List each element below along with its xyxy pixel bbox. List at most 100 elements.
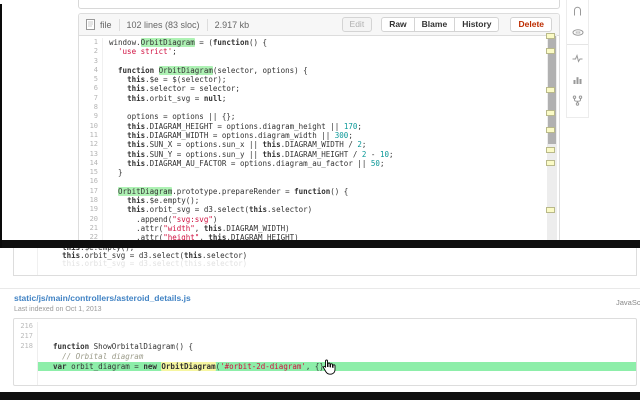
- line-number[interactable]: 9: [79, 112, 103, 122]
- file-label: file: [100, 19, 112, 30]
- code-line: 4 function OrbitDiagram(selector, option…: [79, 65, 559, 76]
- line-number[interactable]: 21: [79, 223, 103, 234]
- book-icon[interactable]: [567, 1, 588, 21]
- file-code-listing[interactable]: 1 window.OrbitDiagram = (function() {2 'u…: [79, 36, 559, 240]
- code-line: 218 function ShowOrbitalDiagram() {: [14, 341, 636, 352]
- line-number[interactable]: [14, 361, 38, 372]
- blame-button[interactable]: Blame: [413, 17, 456, 32]
- line-number[interactable]: 14: [79, 158, 103, 169]
- match-marker[interactable]: [546, 160, 555, 166]
- line-number[interactable]: 216: [14, 322, 38, 332]
- graphs-icon[interactable]: [567, 69, 588, 89]
- divider: [118, 18, 120, 31]
- line-number[interactable]: 4: [79, 65, 103, 76]
- code-line: 9 options = options || {};: [79, 112, 559, 122]
- truncated-top-box: [78, 0, 560, 9]
- code-line: 10 this.DIAGRAM_HEIGHT = options.diagram…: [79, 121, 559, 131]
- match-marker[interactable]: [546, 110, 555, 116]
- result-file-link[interactable]: static/js/main/controllers/asteroid_deta…: [14, 293, 191, 303]
- code-line: 12 this.SUN_X = options.sun_x || this.DI…: [79, 140, 559, 150]
- line-number[interactable]: 3: [79, 56, 103, 66]
- line-number[interactable]: 5: [79, 75, 103, 85]
- match-marker[interactable]: [546, 127, 555, 133]
- screenshot-frame-middle: [0, 240, 640, 248]
- match-marker[interactable]: [546, 87, 555, 93]
- match-marker[interactable]: [546, 207, 555, 213]
- line-number[interactable]: 10: [79, 121, 103, 131]
- file-stats: 102 lines (83 sloc): [126, 19, 200, 30]
- line-number[interactable]: 20: [79, 214, 103, 224]
- edit-button: Edit: [341, 17, 373, 32]
- code-line: 217: [14, 331, 636, 342]
- code-line: [14, 381, 636, 385]
- divider: [206, 18, 208, 31]
- line-number[interactable]: 2: [79, 47, 103, 57]
- code-line: 7 this.orbit_svg = null;: [79, 93, 559, 104]
- network-icon[interactable]: [567, 90, 588, 110]
- result-indexed-date: Last indexed on Oct 1, 2013: [14, 306, 102, 313]
- line-number[interactable]: 217: [14, 331, 38, 342]
- code-line: 16: [79, 177, 559, 187]
- code-line: 20 .append("svg:svg"): [79, 214, 559, 224]
- raw-button[interactable]: Raw: [381, 17, 415, 32]
- screenshot-frame-left: [0, 4, 2, 248]
- match-marker[interactable]: [546, 33, 555, 39]
- line-number[interactable]: 22: [79, 233, 103, 240]
- code-line: 5 this.$e = $(selector);: [79, 75, 559, 85]
- line-number[interactable]: 6: [79, 84, 103, 94]
- result-snippet-box[interactable]: 216 217 218 function ShowOrbitalDiagram() …: [13, 318, 637, 386]
- code-line: 216: [14, 322, 636, 332]
- file-icon: [86, 19, 95, 30]
- file-box: file 102 lines (83 sloc) 2.917 kb Edit R…: [78, 13, 560, 240]
- code-line: 13 this.SUN_Y = options.sun_y || this.DI…: [79, 149, 559, 159]
- pulse-icon[interactable]: [567, 48, 588, 68]
- code-line: 15 }: [79, 168, 559, 178]
- code-line: 19 this.orbit_svg = d3.select(this.selec…: [79, 205, 559, 215]
- line-number[interactable]: 16: [79, 177, 103, 187]
- line-number[interactable]: 7: [79, 93, 103, 104]
- code-line: 2 'use strict';: [79, 47, 559, 57]
- code-line: 6 this.selector = selector;: [79, 84, 559, 94]
- code-line: [14, 371, 636, 382]
- code-line: // Orbital diagram: [14, 351, 636, 362]
- view-buttons-group: Raw Blame History: [381, 17, 500, 32]
- screenshot-frame-bottom: [0, 392, 640, 400]
- code-line: 18 this.$e.empty();: [79, 196, 559, 206]
- toolbar-divider: [567, 44, 588, 45]
- result-language-badge: JavaScript: [616, 298, 640, 307]
- match-marker[interactable]: [546, 48, 555, 54]
- line-number[interactable]: 17: [79, 186, 103, 197]
- line-number[interactable]: 11: [79, 130, 103, 141]
- code-line: this.orbit_svg = d3.select(this.selector…: [44, 259, 248, 269]
- line-number[interactable]: 18: [79, 196, 103, 206]
- counter-icon[interactable]: [567, 22, 588, 42]
- code-line: 8: [79, 103, 559, 113]
- search-match-markers: [546, 0, 555, 240]
- code-line: 1 window.OrbitDiagram = (function() {: [79, 38, 559, 48]
- line-number[interactable]: 12: [79, 140, 103, 150]
- line-number[interactable]: [14, 351, 38, 362]
- line-number[interactable]: 13: [79, 149, 103, 159]
- code-line: 17 OrbitDiagram.prototype.prepareRender …: [79, 186, 559, 197]
- code-line: 3: [79, 56, 559, 66]
- code-line: 21 .attr("width", this.DIAGRAM_WIDTH): [79, 223, 559, 234]
- line-number[interactable]: [14, 381, 38, 385]
- code-search-results-screenshot: this.$e.empty(); this.orbit_svg = d3.sel…: [0, 240, 640, 400]
- results-divider: [0, 288, 640, 289]
- code-line: 14 this.DIAGRAM_AU_FACTOR = options.diag…: [79, 158, 559, 169]
- repo-mini-sidebar: [566, 0, 589, 118]
- line-number[interactable]: 8: [79, 103, 103, 113]
- history-button[interactable]: History: [454, 17, 500, 32]
- line-number[interactable]: 15: [79, 168, 103, 178]
- line-number[interactable]: 1: [79, 38, 103, 48]
- line-number[interactable]: 218: [14, 341, 38, 352]
- line-number[interactable]: [14, 371, 38, 382]
- code-line: var orbit_diagram = new OrbitDiagram('#o…: [14, 361, 636, 372]
- match-marker[interactable]: [546, 147, 555, 153]
- line-number[interactable]: 19: [79, 205, 103, 215]
- file-header: file 102 lines (83 sloc) 2.917 kb Edit R…: [79, 14, 559, 36]
- code-line: 11 this.DIAGRAM_WIDTH = options.diagram_…: [79, 130, 559, 141]
- file-size: 2.917 kb: [214, 19, 250, 30]
- code-line: 22 .attr("height", this.DIAGRAM_HEIGHT): [79, 233, 559, 240]
- file-view-screenshot: file 102 lines (83 sloc) 2.917 kb Edit R…: [0, 0, 640, 240]
